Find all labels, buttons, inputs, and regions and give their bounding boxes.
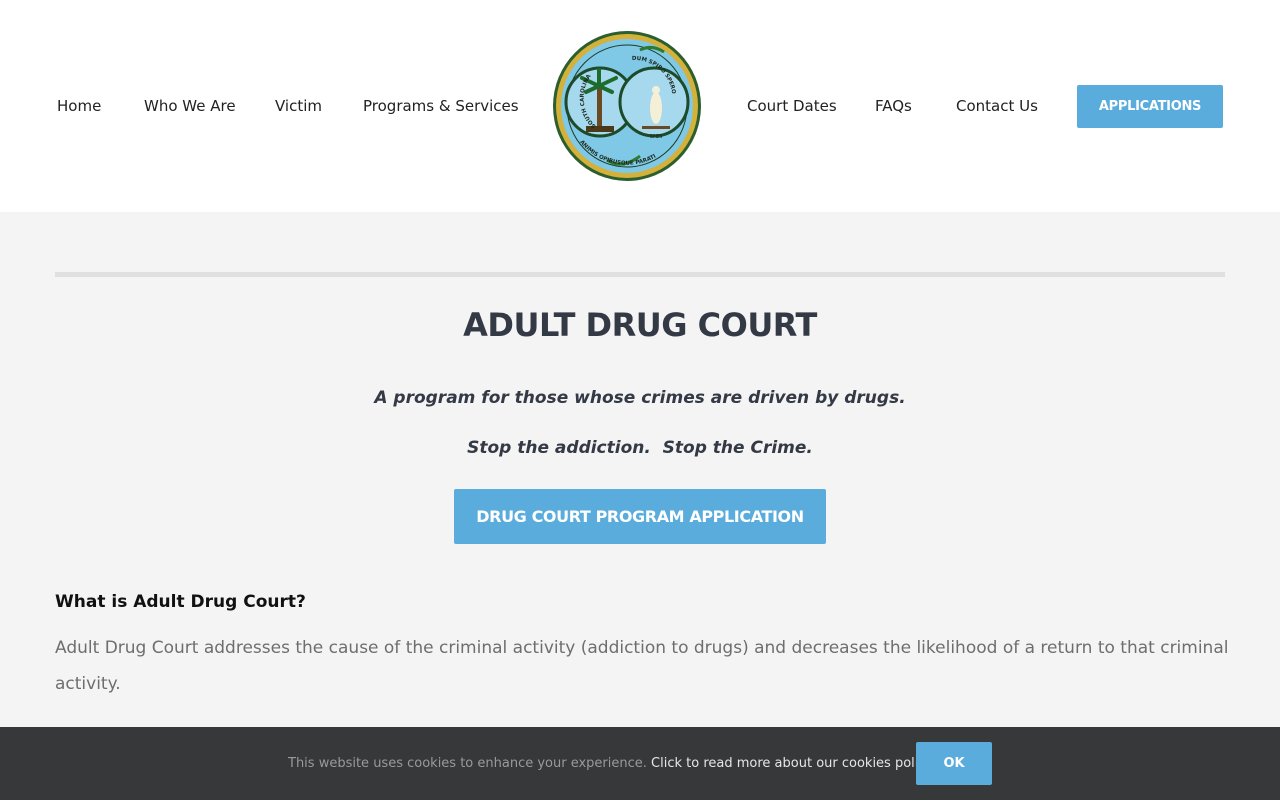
applications-button[interactable]: APPLICATIONS <box>1077 85 1223 128</box>
drug-court-application-button[interactable]: DRUG COURT PROGRAM APPLICATION <box>454 489 826 544</box>
site-header: Home Who We Are Victim Programs & Servic… <box>0 0 1280 212</box>
section-heading: What is Adult Drug Court? <box>55 592 306 612</box>
cookie-message: This website uses cookies to enhance you… <box>288 755 936 773</box>
tagline-primary: A program for those whose crimes are dri… <box>374 388 906 408</box>
tagline-secondary: Stop the addiction. Stop the Crime. <box>467 438 813 458</box>
section-body-text: Adult Drug Court addresses the cause of … <box>55 638 1229 694</box>
nav-home[interactable]: Home <box>57 96 101 116</box>
nav-programs-services[interactable]: Programs & Services <box>363 96 519 116</box>
cookie-policy-link[interactable]: Click to read more about our cookies pol… <box>651 756 935 771</box>
nav-contact-us[interactable]: Contact Us <box>956 96 1038 116</box>
nav-who-we-are[interactable]: Who We Are <box>144 96 236 116</box>
nav-victim[interactable]: Victim <box>275 96 322 116</box>
nav-faqs[interactable]: FAQs <box>875 96 912 116</box>
cookie-text: This website uses cookies to enhance you… <box>288 756 647 771</box>
section-divider <box>55 272 1225 277</box>
nav-court-dates[interactable]: Court Dates <box>747 96 837 116</box>
page-title: ADULT DRUG COURT <box>463 306 817 344</box>
south-carolina-state-seal-icon[interactable]: SOUTH CAROLINA DUM SPIRO SPERO ANIMIS OP… <box>552 30 702 182</box>
seal-text-spes: SPES <box>650 134 663 140</box>
cookie-ok-button[interactable]: OK <box>916 742 992 785</box>
